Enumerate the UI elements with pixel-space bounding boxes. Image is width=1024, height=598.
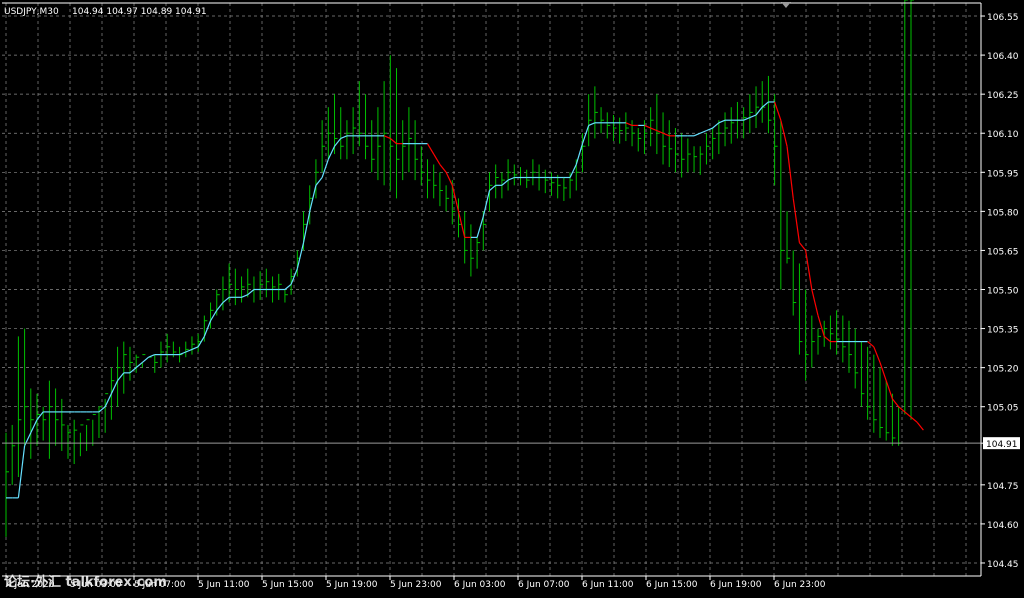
x-tick-label: 5 Jun 19:00 (326, 580, 378, 590)
chart-background (0, 0, 1024, 594)
watermark: 论坛·外汇 talkforex.com (4, 574, 167, 590)
y-axis-labels: 106.55 106.40 106.25 106.10 105.95 105.80 105.… (983, 13, 1020, 570)
symbol-timeframe: USDJPY,M30 (4, 7, 59, 17)
y-tick-label: 105.95 (987, 169, 1019, 179)
x-tick-label: 6 Jun 19:00 (710, 580, 762, 590)
y-tick-label: 106.55 (987, 13, 1019, 23)
x-tick-label: 6 Jun 11:00 (582, 580, 634, 590)
x-tick-label: 6 Jun 23:00 (774, 580, 826, 590)
y-tick-label: 104.45 (987, 560, 1019, 570)
y-tick-label: 104.75 (987, 482, 1019, 492)
chart-area[interactable]: 106.55 106.40 106.25 106.10 105.95 105.80 105.… (0, 0, 1024, 594)
y-tick-label: 105.80 (987, 208, 1019, 218)
y-tick-label: 105.35 (987, 326, 1019, 336)
x-tick-label: 5 Jun 23:00 (390, 580, 442, 590)
y-tick-label: 105.05 (987, 404, 1019, 414)
x-tick-label: 5 Jun 11:00 (198, 580, 250, 590)
price-chart[interactable]: 106.55 106.40 106.25 106.10 105.95 105.80 105.… (0, 0, 1024, 594)
y-tick-label: 104.60 (987, 521, 1019, 531)
x-tick-label: 6 Jun 03:00 (454, 580, 506, 590)
y-tick-label: 105.50 (987, 287, 1019, 297)
y-tick-label: 106.10 (987, 130, 1019, 140)
x-tick-label: 6 Jun 07:00 (518, 580, 570, 590)
ohlc-values: 104.94 104.97 104.89 104.91 (72, 7, 207, 17)
y-tick-label: 106.25 (987, 91, 1019, 101)
y-tick-label: 105.20 (987, 365, 1019, 375)
x-tick-label: 6 Jun 15:00 (646, 580, 698, 590)
current-price-label: 104.91 (986, 440, 1018, 450)
y-tick-label: 105.65 (987, 247, 1019, 257)
y-tick-label: 106.40 (987, 52, 1019, 62)
x-tick-label: 5 Jun 15:00 (262, 580, 314, 590)
